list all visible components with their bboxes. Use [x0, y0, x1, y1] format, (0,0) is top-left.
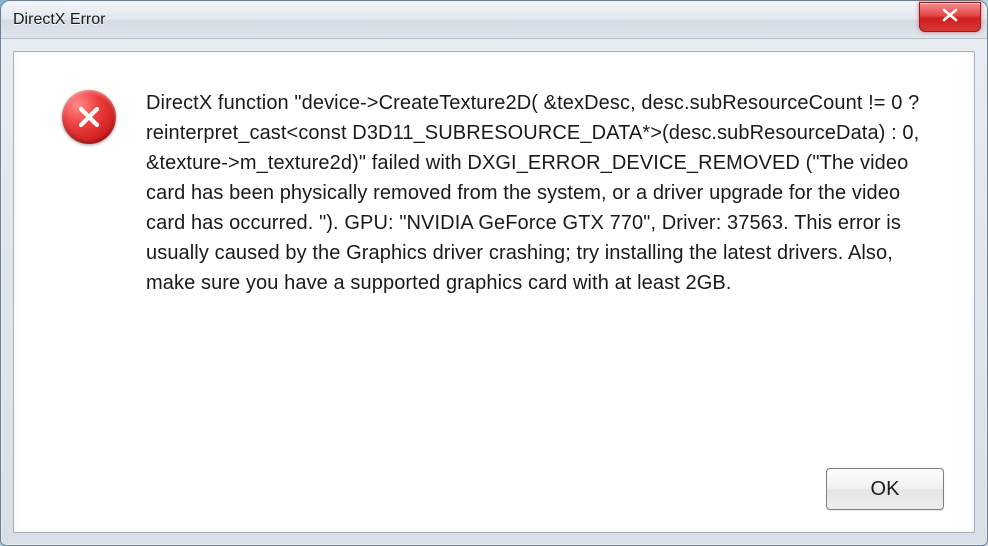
window-title: DirectX Error	[13, 11, 105, 29]
ok-button[interactable]: OK	[826, 468, 944, 510]
titlebar: DirectX Error	[1, 1, 987, 39]
error-icon	[62, 90, 116, 144]
dialog-window: DirectX Error DirectX function "device->…	[0, 0, 988, 546]
close-button[interactable]	[919, 2, 981, 32]
error-message: DirectX function "device->CreateTexture2…	[146, 88, 932, 298]
dialog-content: DirectX function "device->CreateTexture2…	[13, 51, 975, 533]
button-row: OK	[826, 468, 944, 510]
close-icon	[941, 8, 959, 27]
message-row: DirectX function "device->CreateTexture2…	[14, 52, 974, 310]
